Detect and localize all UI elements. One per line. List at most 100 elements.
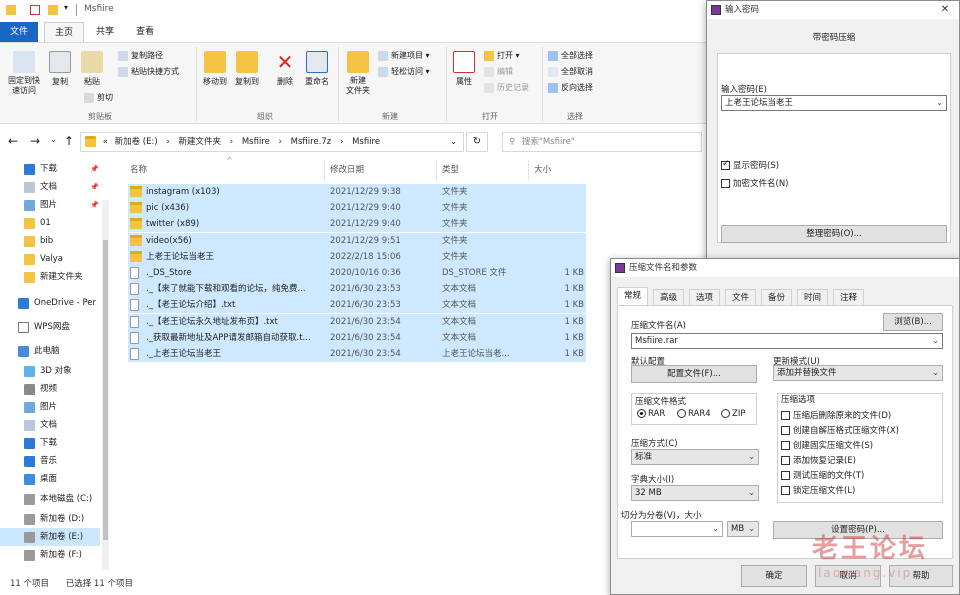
encrypt-names-checkbox[interactable]: 加密文件名(N) — [721, 177, 789, 189]
sidebar-item[interactable]: 本地磁盘 (C:) — [24, 490, 92, 508]
sidebar-item[interactable]: 视频 — [24, 380, 57, 398]
sidebar-item[interactable]: 新加卷 (D:) — [24, 510, 84, 528]
tab-file[interactable]: 文件 — [0, 22, 39, 42]
update-mode-select[interactable]: 添加并替换文件 ⌄ — [773, 365, 943, 381]
option-recovery-record[interactable]: 添加恢复记录(E) — [781, 454, 856, 466]
manage-passwords-button[interactable]: 整理密码(O)... — [721, 225, 947, 243]
quick-access-dropdown-icon[interactable]: ▾ — [64, 3, 68, 12]
table-row[interactable]: video(x56) 2021/12/29 9:51 文件夹 — [128, 232, 586, 249]
table-row[interactable]: instagram (x103) 2021/12/29 9:38 文件夹 — [128, 184, 586, 200]
table-row[interactable]: ._【老王论坛介绍】.txt 2021/6/30 23:53 文本文档 1 KB — [128, 297, 586, 314]
back-icon[interactable]: ← — [8, 134, 18, 148]
dictionary-select[interactable]: 32 MB ⌄ — [631, 485, 759, 501]
cut-button[interactable]: 剪切 — [84, 91, 113, 105]
method-select[interactable]: 标准 ⌄ — [631, 449, 759, 465]
tab-share[interactable]: 共享 — [86, 22, 124, 42]
password-input[interactable]: 上老王论坛当老王 ⌄ — [721, 95, 947, 111]
edit-button[interactable]: 编辑 — [484, 65, 513, 79]
sidebar-item[interactable]: 桌面 — [24, 470, 57, 488]
sidebar-item[interactable]: 文档 📌 — [24, 178, 99, 196]
sidebar-item[interactable]: Valya — [24, 250, 63, 268]
format-rar-radio[interactable]: RAR — [637, 409, 665, 419]
address-bar[interactable]: « 新加卷 (E:) › 新建文件夹 › Msfiire › Msfiire.7… — [80, 132, 464, 152]
sidebar-item[interactable]: 图片 📌 — [24, 196, 99, 214]
sidebar-item[interactable]: OneDrive - Per — [18, 294, 96, 312]
copy-to-button[interactable]: 复制到 — [232, 51, 262, 87]
tab-options[interactable]: 选项 — [689, 289, 721, 305]
scrollbar-thumb[interactable] — [103, 240, 108, 540]
sidebar-item[interactable]: 新加卷 (F:) — [24, 546, 82, 564]
sidebar-scrollbar[interactable] — [102, 200, 109, 570]
copy-path-button[interactable]: 复制路径 — [118, 49, 163, 63]
chevron-down-icon[interactable]: ⌄ — [932, 334, 939, 348]
properties-button[interactable]: 属性 — [450, 51, 478, 87]
address-dropdown-icon[interactable]: ⌄ — [450, 133, 457, 151]
profiles-button[interactable]: 配置文件(F)... — [631, 365, 757, 383]
table-row[interactable]: 上老王论坛当老王 2022/2/18 15:06 文件夹 — [128, 248, 586, 265]
sidebar-item[interactable]: 下载 — [24, 434, 57, 452]
rename-button[interactable]: 重命名 — [302, 51, 332, 87]
breadcrumb-part[interactable]: Msfiire.7z — [291, 137, 332, 147]
table-row[interactable]: ._获取最新地址及APP请发邮箱自动获取.t... 2021/6/30 23:54… — [128, 329, 586, 346]
tab-advanced[interactable]: 高级 — [653, 289, 685, 305]
up-icon[interactable]: ↑ — [64, 134, 74, 148]
tab-time[interactable]: 时间 — [797, 289, 829, 305]
split-size-input[interactable]: ⌄ — [631, 521, 723, 537]
column-header-type[interactable]: 类型 — [442, 162, 459, 178]
column-header-date[interactable]: 修改日期 — [330, 162, 364, 178]
easy-access-button[interactable]: 轻松访问 ▾ — [378, 65, 430, 79]
new-item-button[interactable]: 新建项目 ▾ — [378, 49, 430, 63]
option-lock[interactable]: 锁定压缩文件(L) — [781, 484, 855, 496]
format-zip-radio[interactable]: ZIP — [721, 409, 745, 419]
column-header-name[interactable]: 名称 — [130, 162, 147, 178]
tab-backup[interactable]: 备份 — [761, 289, 793, 305]
table-row[interactable]: ._DS_Store 2020/10/16 0:36 DS_STORE 文件 1 KB — [128, 265, 586, 281]
sidebar-item[interactable]: 此电脑 — [18, 342, 60, 360]
breadcrumb-part[interactable]: Msfiire — [242, 137, 270, 147]
new-folder-icon[interactable] — [48, 5, 58, 15]
select-all-button[interactable]: 全部选择 — [548, 49, 593, 63]
tab-files[interactable]: 文件 — [725, 289, 757, 305]
new-folder-button[interactable]: 新建 文件夹 — [342, 51, 374, 96]
chevron-down-icon[interactable]: ⌄ — [936, 96, 943, 110]
tab-comment[interactable]: 注释 — [833, 289, 865, 305]
ok-button[interactable]: 确定 — [741, 565, 807, 587]
copy-button[interactable]: 复制 — [46, 51, 74, 87]
open-button[interactable]: 打开 ▾ — [484, 49, 520, 63]
format-rar4-radio[interactable]: RAR4 — [677, 409, 711, 419]
sidebar-item[interactable]: 01 — [24, 214, 51, 232]
tab-general[interactable]: 常规 — [617, 287, 649, 305]
breadcrumb-part[interactable]: Msfiire — [352, 137, 380, 147]
sidebar-item[interactable]: 文档 — [24, 416, 57, 434]
pin-quick-access-button[interactable]: 固定到快速访问 — [4, 51, 44, 96]
tab-view[interactable]: 查看 — [126, 22, 164, 42]
invert-selection-button[interactable]: 反向选择 — [548, 81, 593, 95]
option-sfx[interactable]: 创建自解压格式压缩文件(X) — [781, 424, 899, 436]
paste-shortcut-button[interactable]: 粘贴快捷方式 — [118, 65, 179, 79]
sidebar-item[interactable]: 音乐 — [24, 452, 57, 470]
chevron-down-icon[interactable]: ⌄ — [712, 522, 719, 536]
sidebar-item[interactable]: 新加卷 (E:) — [0, 528, 100, 546]
option-solid[interactable]: 创建固实压缩文件(S) — [781, 439, 873, 451]
table-row[interactable]: ._【老王论坛永久地址发布页】.txt 2021/6/30 23:54 文本文档 1 … — [128, 313, 586, 330]
sidebar-item[interactable]: 图片 — [24, 398, 57, 416]
archive-name-input[interactable]: Msfiire.rar ⌄ — [631, 333, 943, 349]
sidebar-item[interactable]: WPS网盘 — [18, 318, 70, 336]
delete-button[interactable]: ✕ 删除 — [272, 51, 298, 87]
split-unit-select[interactable]: MB ⌄ — [727, 521, 759, 537]
table-row[interactable]: ._【来了就能下载和观看的论坛，纯免费... 2021/6/30 23:53 文本文… — [128, 281, 586, 298]
properties-icon[interactable] — [30, 5, 40, 15]
select-none-button[interactable]: 全部取消 — [548, 65, 593, 79]
option-test[interactable]: 测试压缩的文件(T) — [781, 469, 864, 481]
sidebar-item[interactable]: 3D 对象 — [24, 362, 72, 380]
table-row[interactable]: twitter (x89) 2021/12/29 9:40 文件夹 — [128, 216, 586, 233]
history-button[interactable]: 历史记录 — [484, 81, 529, 95]
refresh-icon[interactable]: ↻ — [466, 132, 488, 152]
show-password-checkbox[interactable]: 显示密码(S) — [721, 159, 779, 171]
breadcrumb-part[interactable]: 新建文件夹 — [179, 137, 222, 147]
browse-button[interactable]: 浏览(B)... — [883, 313, 943, 331]
column-header-size[interactable]: 大小 — [534, 162, 551, 178]
close-icon[interactable]: ✕ — [931, 1, 959, 19]
forward-icon[interactable]: → — [30, 134, 40, 148]
table-row[interactable]: pic (x436) 2021/12/29 9:40 文件夹 — [128, 200, 586, 217]
